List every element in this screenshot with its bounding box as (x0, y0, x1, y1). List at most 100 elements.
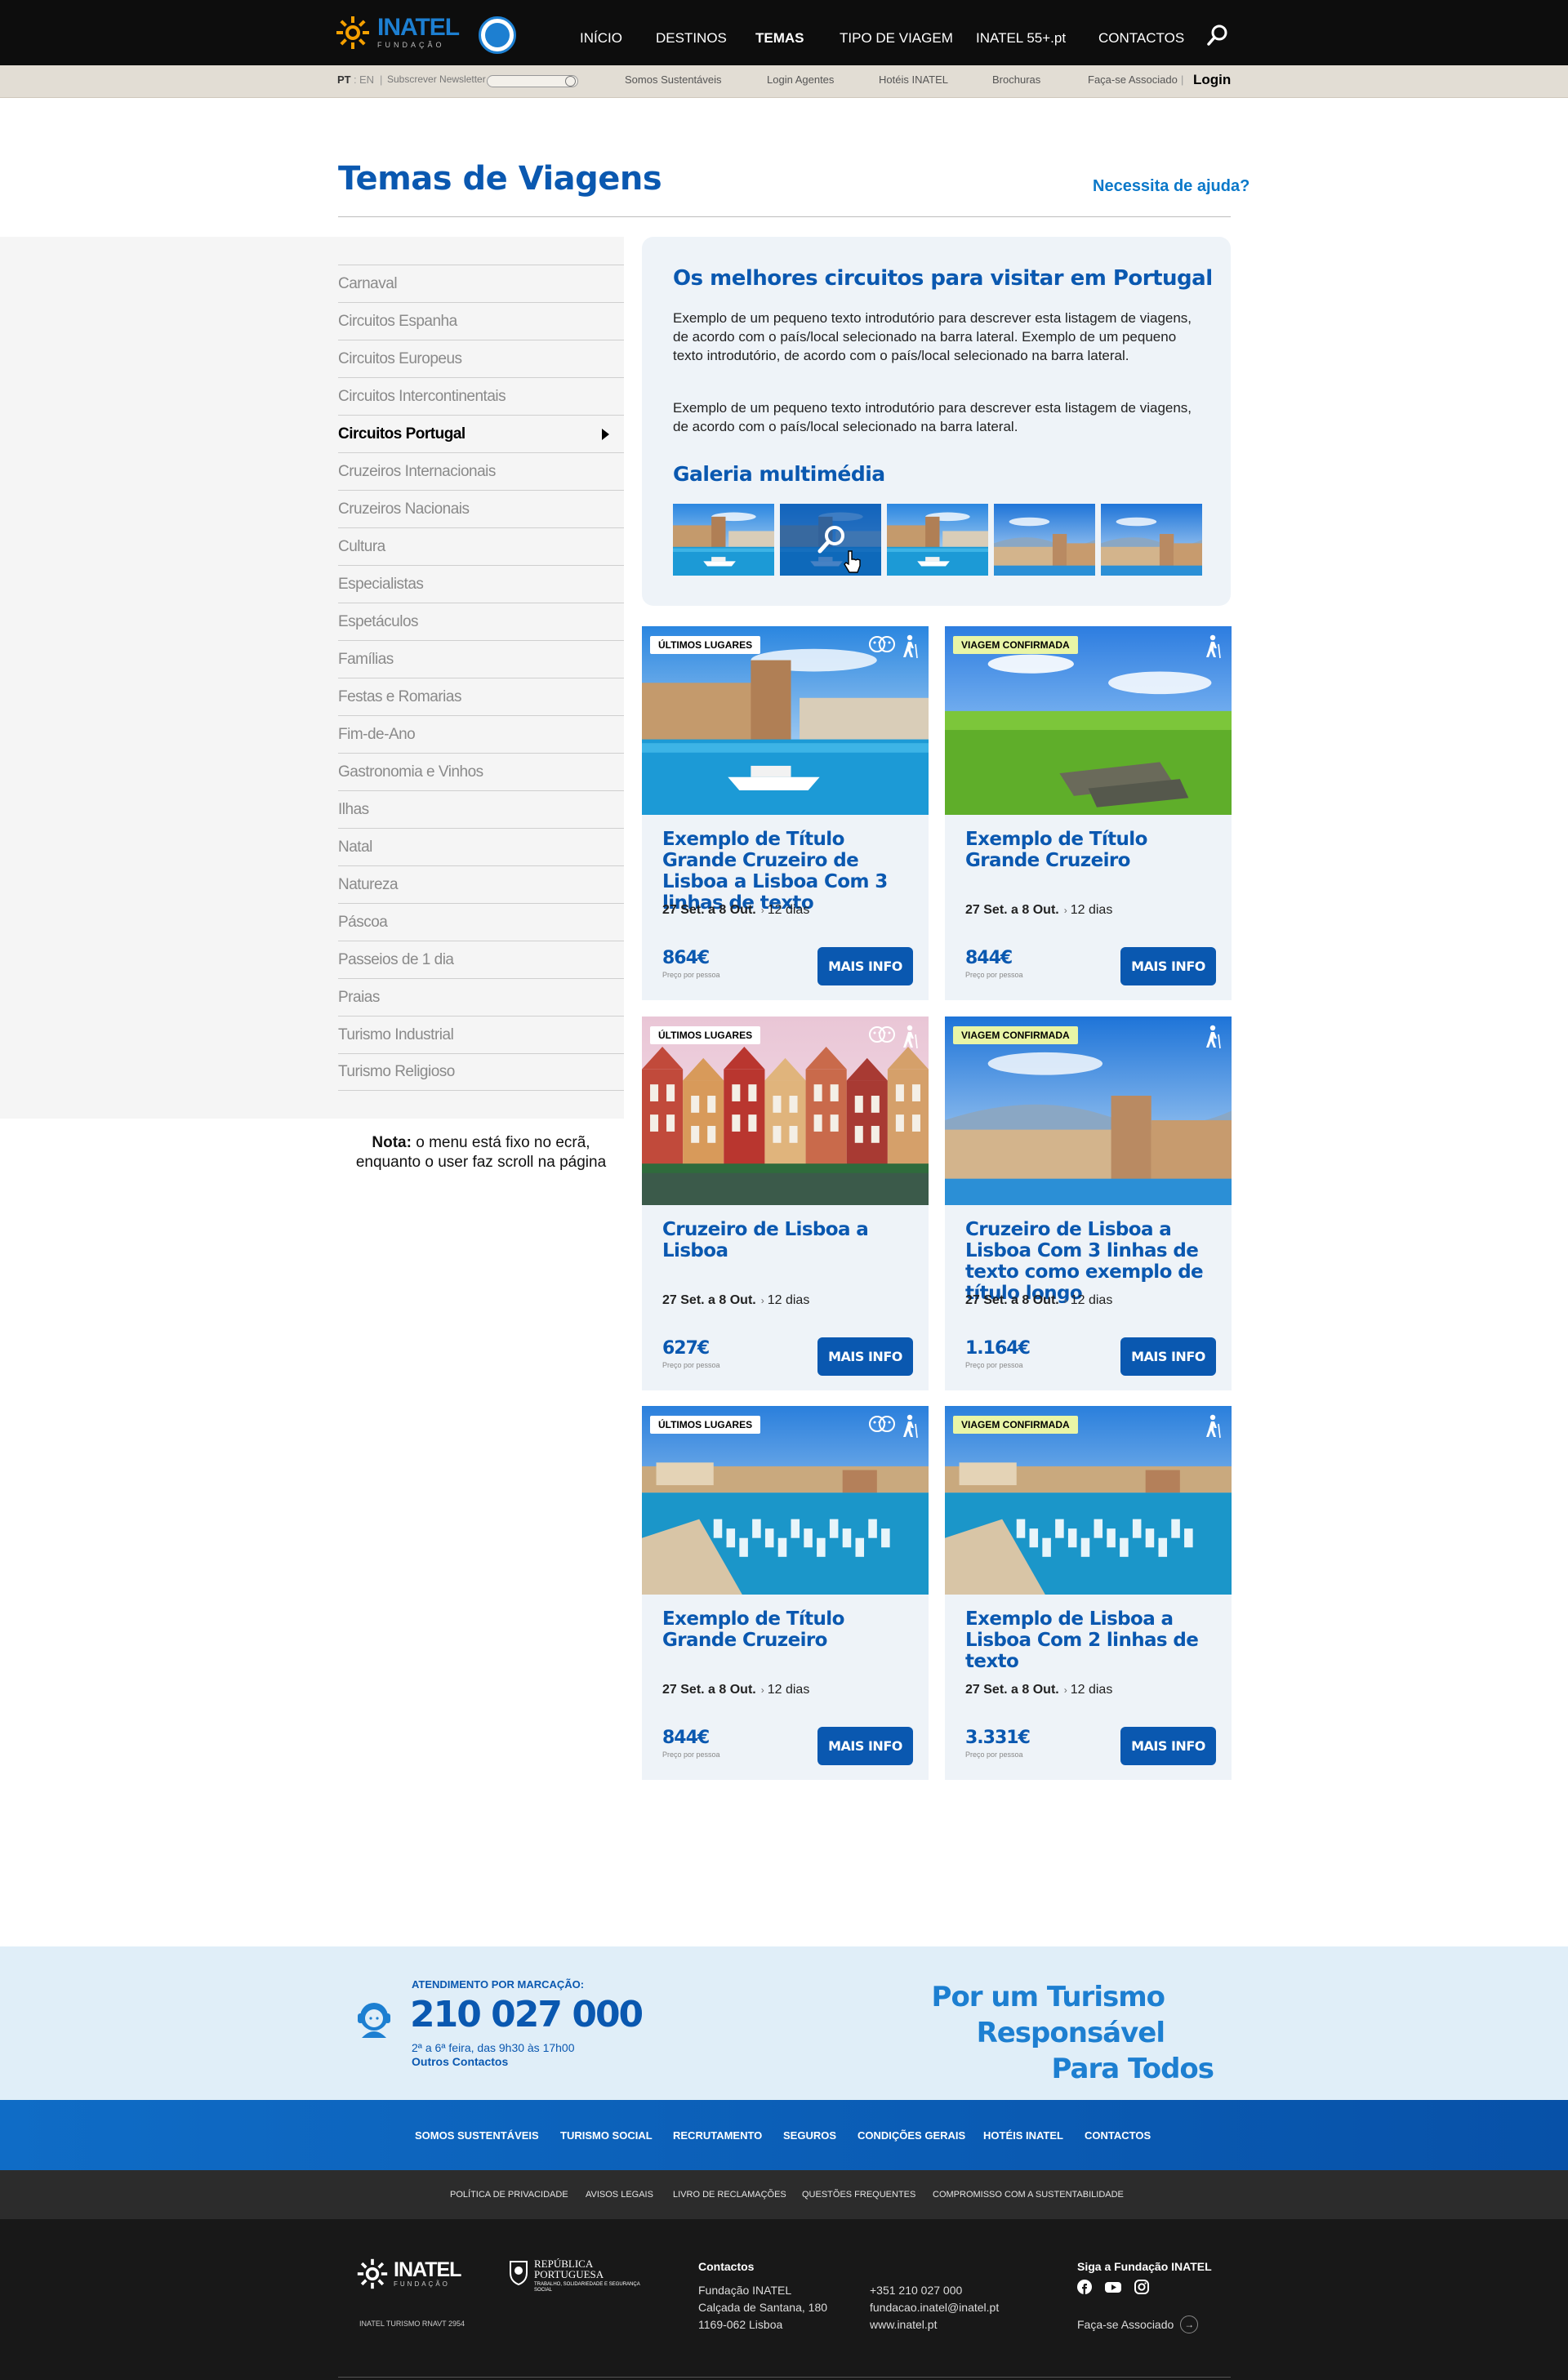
intro-paragraph: Exemplo de um pequeno texto introdutório… (673, 400, 1192, 434)
link-somos-sustentaveis[interactable]: Somos Sustentáveis (625, 73, 722, 86)
status-badge: VIAGEM CONFIRMADA (953, 1416, 1078, 1434)
trip-title[interactable]: Exemplo de Lisboa a Lisboa Com 2 linhas … (965, 1608, 1218, 1672)
trip-card[interactable]: ÚLTIMOS LUGARES Exemplo de Título Grande… (642, 1406, 929, 1780)
trip-title[interactable]: Cruzeiro de Lisboa a Lisboa Com 3 linhas… (965, 1219, 1218, 1304)
gallery-thumbnail[interactable] (994, 504, 1095, 576)
trip-card[interactable]: VIAGEM CONFIRMADA Exemplo de Lisboa a Li… (945, 1406, 1232, 1780)
instagram-icon[interactable] (1134, 2280, 1149, 2294)
legal-link-sustentabilidade[interactable]: COMPROMISSO COM A SUSTENTABILIDADE (933, 2190, 1124, 2200)
trip-image[interactable] (945, 1406, 1232, 1595)
gallery-thumbnail[interactable] (1101, 504, 1202, 576)
legal-link-faq[interactable]: QUESTÕES FREQUENTES (802, 2190, 915, 2200)
status-badge: VIAGEM CONFIRMADA (953, 636, 1078, 654)
sidebar-item[interactable]: Circuitos Portugal (338, 415, 624, 452)
footer-link-recrutamento[interactable]: RECRUTAMENTO (673, 2129, 762, 2142)
nav-destinos[interactable]: DESTINOS (656, 30, 727, 47)
trip-image[interactable] (945, 626, 1232, 815)
footer-link-seguros[interactable]: SEGUROS (783, 2129, 836, 2142)
sidebar-item[interactable]: Famílias (338, 640, 624, 678)
more-info-button[interactable]: MAIS INFO (817, 947, 913, 985)
gallery-thumbnail[interactable] (673, 504, 774, 576)
more-info-button[interactable]: MAIS INFO (817, 1337, 913, 1376)
trip-price: 1.164€ (965, 1338, 1031, 1359)
sidebar-item[interactable]: Carnaval (338, 265, 624, 302)
sidebar-item[interactable]: Turismo Industrial (338, 1016, 624, 1053)
link-faca-se-associado[interactable]: Faça-se Associado (1088, 73, 1178, 86)
legal-link-reclamacoes[interactable]: LIVRO DE RECLAMAÇÕES (673, 2190, 786, 2200)
chevron-right-icon: › (1063, 1684, 1067, 1696)
link-login-agentes[interactable]: Login Agentes (767, 73, 834, 86)
footer-link-turismo-social[interactable]: TURISMO SOCIAL (560, 2129, 653, 2142)
footer-link-contactos[interactable]: CONTACTOS (1085, 2129, 1151, 2142)
footer-link-condicoes-gerais[interactable]: CONDIÇÕES GERAIS (858, 2129, 965, 2142)
trip-card[interactable]: VIAGEM CONFIRMADA Exemplo de Título Gran… (945, 626, 1232, 1000)
trip-title[interactable]: Cruzeiro de Lisboa a Lisboa (662, 1219, 915, 1261)
sidebar-item[interactable]: Páscoa (338, 903, 624, 941)
more-info-button[interactable]: MAIS INFO (1120, 1337, 1216, 1376)
trip-title[interactable]: Exemplo de Título Grande Cruzeiro (662, 1608, 915, 1651)
sidebar-menu: Carnaval Circuitos Espanha Circuitos Europ… (338, 265, 624, 1091)
facebook-icon[interactable] (1077, 2280, 1092, 2294)
more-info-button[interactable]: MAIS INFO (1120, 947, 1216, 985)
link-brochuras[interactable]: Brochuras (992, 73, 1040, 86)
footer-link-somos-sustentaveis[interactable]: SOMOS SUSTENTÁVEIS (415, 2129, 539, 2142)
trip-image[interactable] (945, 1017, 1232, 1205)
sidebar-item[interactable]: Circuitos Europeus (338, 340, 624, 377)
sidebar-item[interactable]: Cultura (338, 527, 624, 565)
more-info-button[interactable]: MAIS INFO (1120, 1727, 1216, 1765)
lang-pt[interactable]: PT (337, 73, 351, 86)
sidebar-item-label: Natureza (338, 875, 399, 893)
sidebar-item[interactable]: Gastronomia e Vinhos (338, 753, 624, 790)
nav-inicio[interactable]: INÍCIO (580, 30, 622, 47)
nav-tipo-de-viagem[interactable]: TIPO DE VIAGEM (840, 30, 953, 47)
legal-link-avisos[interactable]: AVISOS LEGAIS (586, 2190, 653, 2200)
contact-phone[interactable]: 210 027 000 (410, 1994, 644, 2035)
sidebar-item[interactable]: Natal (338, 828, 624, 865)
trip-card[interactable]: ÚLTIMOS LUGARES Exemplo de Título Grande… (642, 626, 929, 1000)
footer-logo[interactable]: INATEL FUNDAÇÃO (356, 2258, 461, 2290)
footer-phone[interactable]: +351 210 027 000 (870, 2282, 999, 2299)
footer-email[interactable]: fundacao.inatel@inatel.pt (870, 2299, 999, 2316)
date-range: 27 Set. a 8 Out. (965, 903, 1059, 917)
sidebar-item-label: Praias (338, 988, 380, 1006)
sidebar-item[interactable]: Festas e Romarias (338, 678, 624, 715)
footer-associado-link[interactable]: Faça-se Associado → (1077, 2315, 1199, 2333)
login-link[interactable]: Login (1193, 72, 1231, 88)
legal-link-privacidade[interactable]: POLÍTICA DE PRIVACIDADE (450, 2190, 568, 2200)
sidebar-item[interactable]: Especialistas (338, 565, 624, 603)
intro-panel: Os melhores circuitos para visitar em Po… (642, 237, 1231, 606)
date-range: 27 Set. a 8 Out. (965, 1683, 1059, 1697)
link-hoteis-inatel[interactable]: Hotéis INATEL (879, 73, 948, 86)
trip-card[interactable]: VIAGEM CONFIRMADA Cruzeiro de Lisboa a L… (945, 1017, 1232, 1390)
help-link[interactable]: Necessita de ajuda? (1093, 177, 1250, 196)
sidebar-item[interactable]: Praias (338, 978, 624, 1016)
footer-website[interactable]: www.inatel.pt (870, 2316, 999, 2333)
trip-title[interactable]: Exemplo de Título Grande Cruzeiro (965, 829, 1218, 871)
newsletter-submit-icon[interactable] (565, 76, 576, 87)
sidebar-item[interactable]: Espetáculos (338, 603, 624, 640)
more-info-button[interactable]: MAIS INFO (817, 1727, 913, 1765)
footer-link-hoteis-inatel[interactable]: HOTÉIS INATEL (983, 2129, 1063, 2142)
lang-en[interactable]: EN (359, 73, 374, 86)
sidebar-item[interactable]: Circuitos Espanha (338, 302, 624, 340)
nav-temas[interactable]: TEMAS (755, 30, 804, 47)
nav-contactos[interactable]: CONTACTOS (1098, 30, 1184, 47)
search-icon[interactable] (1205, 23, 1230, 47)
gallery-thumbnail[interactable] (887, 504, 988, 576)
trip-title[interactable]: Exemplo de Título Grande Cruzeiro de Lis… (662, 829, 915, 914)
sidebar-item[interactable]: Natureza (338, 865, 624, 903)
sidebar-item[interactable]: Passeios de 1 dia (338, 941, 624, 978)
sidebar-item[interactable]: Circuitos Intercontinentais (338, 377, 624, 415)
sidebar-item[interactable]: Cruzeiros Nacionais (338, 490, 624, 527)
sidebar-item[interactable]: Ilhas (338, 790, 624, 828)
rnavt-license: INATEL TURISMO RNAVT 2954 (359, 2320, 466, 2328)
trip-card[interactable]: ÚLTIMOS LUGARES Cruzeiro de Lisboa a Lis… (642, 1017, 929, 1390)
nav-inatel-55[interactable]: INATEL 55+.pt (976, 30, 1066, 47)
sidebar-item[interactable]: Cruzeiros Internacionais (338, 452, 624, 490)
trip-price: 864€ (662, 948, 710, 968)
youtube-icon[interactable] (1105, 2280, 1121, 2294)
other-contacts-link[interactable]: Outros Contactos (412, 2055, 508, 2068)
gallery-thumbnail[interactable] (780, 504, 881, 576)
sidebar-item[interactable]: Fim-de-Ano (338, 715, 624, 753)
sidebar-item[interactable]: Turismo Religioso (338, 1053, 624, 1091)
